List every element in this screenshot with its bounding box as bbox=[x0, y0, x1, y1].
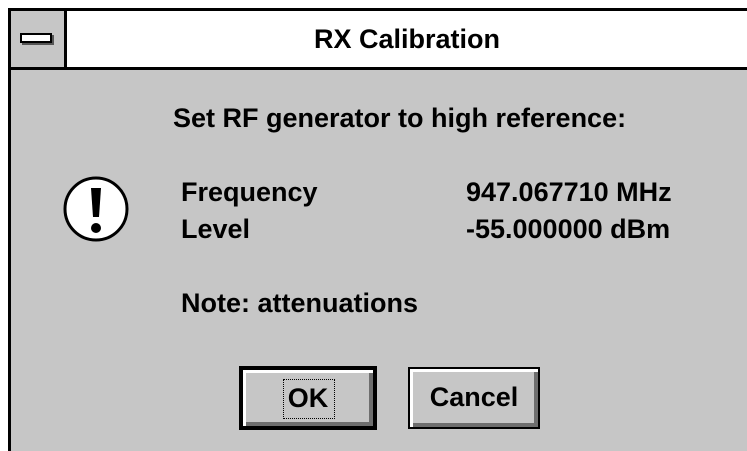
note-text: Note: attenuations bbox=[181, 288, 419, 318]
ok-button[interactable]: OK bbox=[239, 366, 377, 430]
cancel-button-label: Cancel bbox=[429, 382, 519, 412]
frequency-value: 947.067710 MHz bbox=[466, 177, 672, 207]
frequency-label: Frequency bbox=[181, 177, 318, 207]
exclamation-icon bbox=[63, 176, 129, 242]
window-title: RX Calibration bbox=[313, 24, 501, 54]
system-menu-button[interactable] bbox=[11, 11, 67, 67]
cancel-button[interactable]: Cancel bbox=[408, 367, 540, 429]
level-value: -55.000000 dBm bbox=[466, 214, 671, 244]
rx-calibration-dialog: RX Calibration Set RF generator to high … bbox=[8, 8, 747, 451]
instruction-heading: Set RF generator to high reference: bbox=[173, 103, 627, 133]
title-bar[interactable]: RX Calibration bbox=[11, 11, 747, 70]
level-label: Level bbox=[181, 214, 251, 244]
ok-button-label: OK bbox=[287, 383, 329, 413]
system-menu-icon bbox=[20, 33, 52, 43]
